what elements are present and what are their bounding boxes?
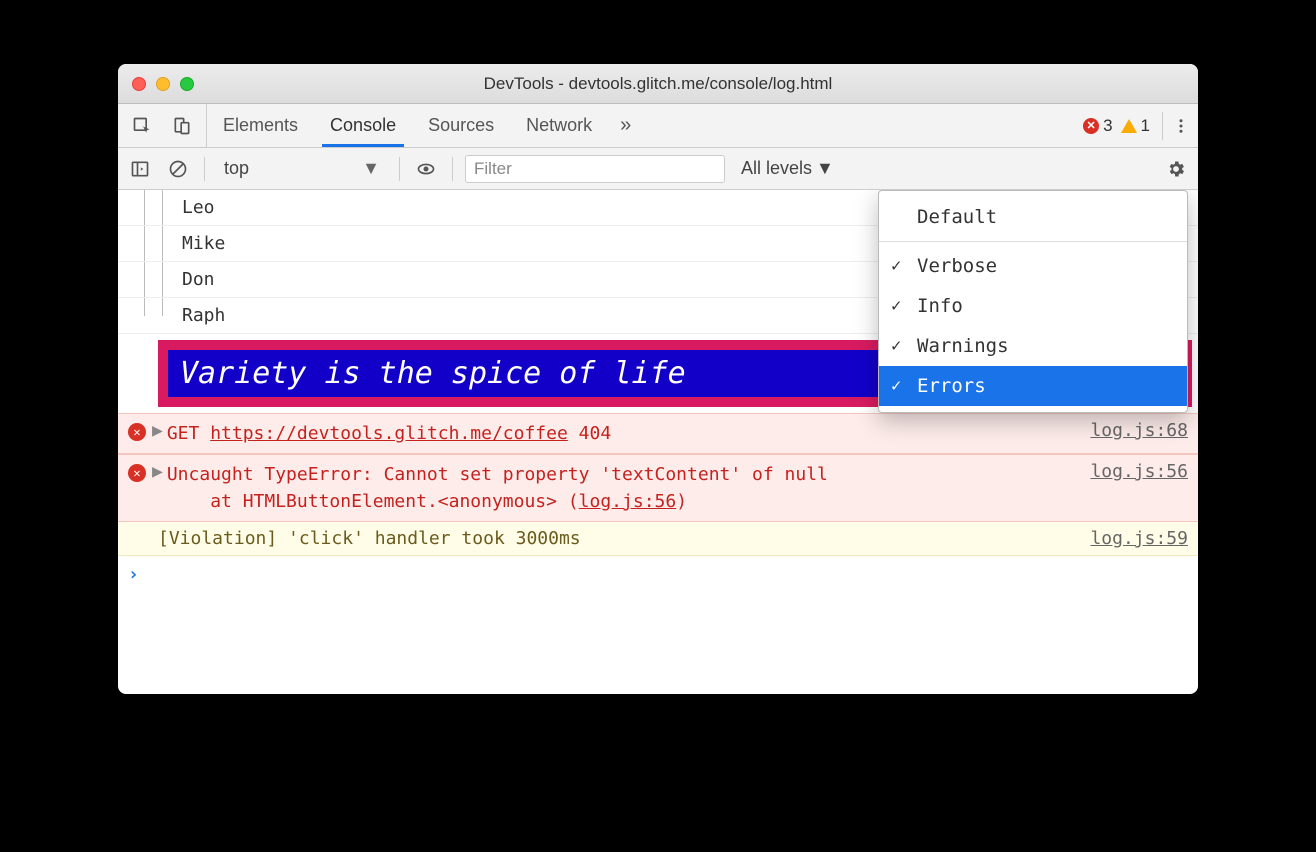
tab-network[interactable]: Network: [510, 104, 608, 147]
window-title: DevTools - devtools.glitch.me/console/lo…: [118, 74, 1198, 94]
error-message-line1: Uncaught TypeError: Cannot set property …: [167, 464, 828, 485]
violation-text: [Violation] 'click' handler took 3000ms: [158, 528, 1078, 549]
more-tabs-button[interactable]: »: [608, 104, 643, 147]
console-error-row[interactable]: ✕ ▶ GET https://devtools.glitch.me/coffe…: [118, 413, 1198, 454]
error-url-link[interactable]: https://devtools.glitch.me/coffee: [210, 423, 568, 444]
log-levels-selector[interactable]: All levels ▼: [741, 158, 834, 179]
execution-context-selector[interactable]: top ▼: [217, 154, 387, 183]
warning-count: 1: [1141, 116, 1150, 136]
caret-down-icon: ▼: [362, 158, 380, 179]
option-label: Default: [917, 206, 997, 228]
inspect-element-icon[interactable]: [128, 112, 156, 140]
option-label: Info: [917, 295, 963, 317]
check-icon: ✓: [891, 296, 901, 316]
devtools-window: DevTools - devtools.glitch.me/console/lo…: [118, 64, 1198, 694]
error-stack-suffix: ): [676, 491, 687, 512]
console-body: Leo Mike Don Raph Variety is the spice o…: [118, 190, 1198, 694]
warning-icon: [1121, 119, 1137, 133]
toolbar-separator: [399, 157, 400, 181]
dropdown-separator: [879, 241, 1187, 242]
stack-source-link[interactable]: log.js:56: [579, 491, 677, 512]
option-label: Warnings: [917, 335, 1009, 357]
source-link[interactable]: log.js:56: [1078, 461, 1188, 515]
levels-option-warnings[interactable]: ✓ Warnings: [879, 326, 1187, 366]
error-status: 404: [579, 423, 612, 444]
source-link[interactable]: log.js:59: [1078, 528, 1188, 549]
levels-option-errors[interactable]: ✓ Errors: [879, 366, 1187, 406]
panel-tabs: Elements Console Sources Network »: [206, 104, 643, 147]
chevron-double-right-icon: »: [620, 114, 631, 137]
clear-console-icon[interactable]: [164, 155, 192, 183]
levels-option-info[interactable]: ✓ Info: [879, 286, 1187, 326]
filter-placeholder: Filter: [474, 159, 512, 179]
window-titlebar: DevTools - devtools.glitch.me/console/lo…: [118, 64, 1198, 104]
levels-option-default[interactable]: Default: [879, 197, 1187, 237]
minimize-window-button[interactable]: [156, 77, 170, 91]
prompt-chevron-icon: ›: [128, 564, 139, 585]
traffic-lights: [118, 77, 194, 91]
toolbar-separator: [204, 157, 205, 181]
filter-input[interactable]: Filter: [465, 155, 725, 183]
console-sidebar-toggle-icon[interactable]: [126, 155, 154, 183]
error-icon: ✕: [1083, 118, 1099, 134]
option-label: Verbose: [917, 255, 997, 277]
expand-triangle-icon[interactable]: ▶: [152, 420, 163, 447]
devtools-menu-button[interactable]: [1162, 112, 1190, 140]
tab-sources[interactable]: Sources: [412, 104, 510, 147]
caret-down-icon: ▼: [816, 158, 834, 179]
log-levels-dropdown: Default ✓ Verbose ✓ Info ✓ Warnings ✓ Er…: [878, 190, 1188, 413]
tab-console[interactable]: Console: [314, 104, 412, 147]
toolbar-separator: [452, 157, 453, 181]
device-toolbar-icon[interactable]: [168, 112, 196, 140]
error-icon: ✕: [128, 464, 146, 482]
console-settings-icon[interactable]: [1162, 155, 1190, 183]
execution-context-value: top: [224, 158, 249, 179]
log-levels-label: All levels: [741, 158, 812, 179]
error-count-badge[interactable]: ✕ 3: [1083, 116, 1112, 136]
console-violation-row[interactable]: [Violation] 'click' handler took 3000ms …: [118, 522, 1198, 556]
warning-count-badge[interactable]: 1: [1121, 116, 1150, 136]
check-icon: ✓: [891, 256, 901, 276]
error-stack-prefix: at HTMLButtonElement.<anonymous> (: [210, 491, 578, 512]
error-method: GET: [167, 423, 200, 444]
source-link[interactable]: log.js:68: [1078, 420, 1188, 447]
console-error-row[interactable]: ✕ ▶ Uncaught TypeError: Cannot set prope…: [118, 454, 1198, 522]
error-icon: ✕: [128, 423, 146, 441]
console-prompt-row[interactable]: ›: [118, 556, 1198, 593]
expand-triangle-icon[interactable]: ▶: [152, 461, 163, 515]
check-icon: ✓: [891, 376, 901, 396]
close-window-button[interactable]: [132, 77, 146, 91]
check-icon: ✓: [891, 336, 901, 356]
levels-option-verbose[interactable]: ✓ Verbose: [879, 246, 1187, 286]
option-label: Errors: [917, 375, 986, 397]
console-toolbar: top ▼ Filter All levels ▼: [118, 148, 1198, 190]
devtools-tabstrip: Elements Console Sources Network » ✕ 3 1: [118, 104, 1198, 148]
tab-elements[interactable]: Elements: [207, 104, 314, 147]
live-expression-icon[interactable]: [412, 155, 440, 183]
error-count: 3: [1103, 116, 1112, 136]
zoom-window-button[interactable]: [180, 77, 194, 91]
